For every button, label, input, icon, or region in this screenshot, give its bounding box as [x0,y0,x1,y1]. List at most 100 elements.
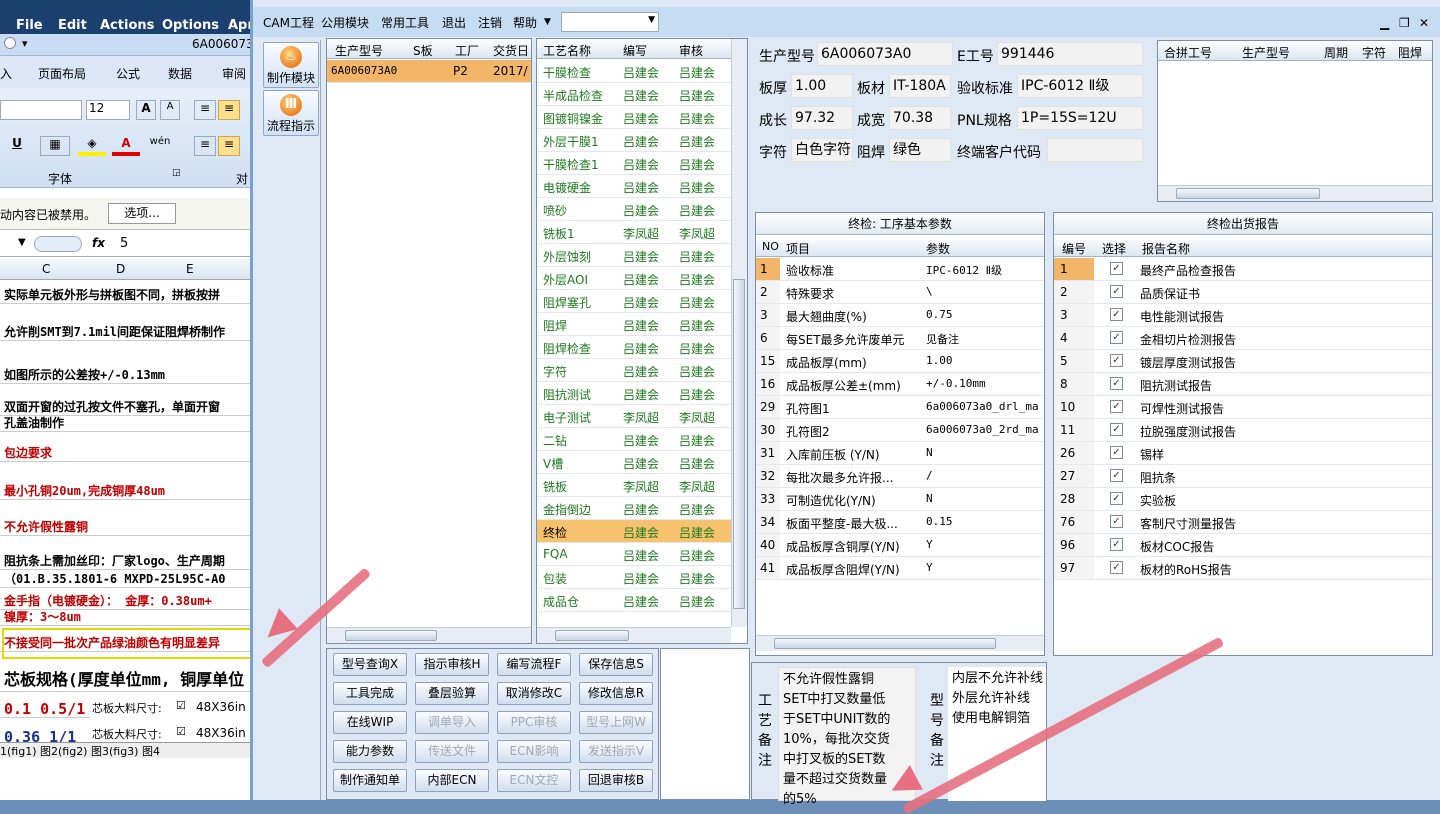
report-select-checkbox[interactable]: ✓ [1110,492,1123,505]
hdr-factory[interactable]: 工厂 [455,42,479,59]
report-row[interactable]: 5 ✓ 镀层厚度测试报告 [1054,350,1432,373]
action-button[interactable]: ECN文控 [497,769,571,792]
report-select-checkbox[interactable]: ✓ [1110,354,1123,367]
length-field[interactable]: 97.32 [791,106,853,130]
process-row[interactable]: 图镀铜镍金 吕建会 吕建会 [537,106,731,129]
process-row[interactable]: 外层AOI 吕建会 吕建会 [537,267,731,290]
param-row[interactable]: 6 每SET最多允许废单元 见备注 [756,327,1044,350]
merge-hscroll[interactable] [1158,185,1432,201]
model-hscroll[interactable] [327,627,531,643]
process-row[interactable]: V槽 吕建会 吕建会 [537,451,731,474]
sheet-cell[interactable]: （01.B.35.1801-6 MXPD-25L95C-A0 [0,570,260,588]
action-button[interactable]: 在线WIP [333,711,407,734]
font-color-icon[interactable]: A [112,136,140,156]
action-button[interactable]: PPC审核 [497,711,571,734]
combo-arrow-icon[interactable]: ▼ [648,15,655,25]
report-row[interactable]: 97 ✓ 板材的RoHS报告 [1054,557,1432,580]
action-button[interactable]: 制作通知单 [333,769,407,792]
param-row[interactable]: 16 成品板厚公差±(mm) +/-0.10mm [756,373,1044,396]
report-select-checkbox[interactable]: ✓ [1110,538,1123,551]
process-row[interactable]: 干膜检查 吕建会 吕建会 [537,60,731,83]
sheet-cell[interactable]: 不允许假性露铜 [0,518,260,536]
grow-font-icon[interactable]: A [136,100,156,120]
hdr-merge-mask[interactable]: 阻焊 [1398,44,1422,61]
action-button[interactable]: 发送指示V [579,740,653,763]
sheet-cell[interactable]: 孔盖油制作 [0,414,260,432]
mask-field[interactable]: 绿色 [889,138,951,162]
report-select-checkbox[interactable]: ✓ [1110,446,1123,459]
report-row[interactable]: 1 ✓ 最终产品检查报告 [1054,258,1432,281]
menu-options[interactable]: Options [162,18,219,33]
action-button[interactable]: 传送文件 [415,740,489,763]
process-row[interactable]: 干膜检查1 吕建会 吕建会 [537,152,731,175]
core-checkbox-2-icon[interactable]: ☑ [176,725,186,738]
process-row[interactable]: 字符 吕建会 吕建会 [537,359,731,382]
menu-cam-engineering[interactable]: CAM工程 [263,14,314,31]
hdr-s-board[interactable]: S板 [413,42,433,59]
hdr-item[interactable]: 项目 [786,240,810,257]
process-row[interactable]: 包装 吕建会 吕建会 [537,566,731,589]
report-select-checkbox[interactable]: ✓ [1110,400,1123,413]
process-row[interactable]: 电子测试 李凤超 李凤超 [537,405,731,428]
col-d[interactable]: D [116,262,125,276]
model-row[interactable]: 6A006073A0 P2 2017/ [327,60,531,83]
formula-zoom-slider[interactable] [34,236,82,252]
process-row[interactable]: 喷砂 吕建会 吕建会 [537,198,731,221]
border-icon[interactable]: ▦ [40,136,70,156]
hdr-reviewer[interactable]: 审核 [679,42,703,59]
merge-hscroll-thumb[interactable] [1176,188,1320,199]
options-button[interactable]: 选项... [108,203,176,224]
model-field[interactable]: 6A006073A0 [817,42,953,66]
hdr-report-name[interactable]: 报告名称 [1142,240,1190,257]
hdr-delivery[interactable]: 交货日 [493,42,529,59]
tab-insert[interactable]: 入 [0,65,12,82]
action-button[interactable]: 工具完成 [333,682,407,705]
office-orb-icon[interactable] [4,37,16,49]
report-select-checkbox[interactable]: ✓ [1110,308,1123,321]
params-hscroll-thumb[interactable] [774,638,996,649]
standard-field[interactable]: IPC-6012 Ⅱ级 [1017,74,1143,98]
sheet-cell[interactable]: 镍厚：3～8um [0,608,260,626]
eng-no-field[interactable]: 991446 [997,42,1143,66]
phonetic-icon[interactable]: wén [146,136,174,156]
process-row[interactable]: FQA 吕建会 吕建会 [537,543,731,566]
hdr-select[interactable]: 选择 [1102,240,1126,257]
param-row[interactable]: 34 板面平整度-最大极... 0.15 [756,511,1044,534]
minimize-icon[interactable]: ▁ [1380,16,1389,30]
tab-data[interactable]: 数据 [168,65,192,82]
customer-code-field[interactable] [1047,138,1143,162]
flow-guide-button[interactable]: Ⅲ 流程指示 [263,90,319,136]
report-row[interactable]: 10 ✓ 可焊性测试报告 [1054,396,1432,419]
param-row[interactable]: 32 每批次最多允许报... / [756,465,1044,488]
sheet-cell[interactable]: 阻抗条上需加丝印：厂家logo、生产周期 [0,552,260,570]
report-select-checkbox[interactable]: ✓ [1110,262,1123,275]
sheet-cell[interactable]: 最小孔铜20um,完成铜厚48um [0,482,260,500]
params-hscroll[interactable] [756,635,1044,651]
report-row[interactable]: 96 ✓ 板材COC报告 [1054,534,1432,557]
font-dialog-launcher-icon[interactable]: ◲ [172,168,181,178]
align-left-icon[interactable]: ≡ [194,136,216,156]
fill-color-icon[interactable]: ◈ [78,136,106,156]
underline-icon[interactable]: U [4,136,30,156]
process-hscroll-thumb[interactable] [555,630,629,641]
restore-icon[interactable]: ❐ [1399,16,1410,30]
action-button[interactable]: 能力参数 [333,740,407,763]
param-row[interactable]: 31 入库前压板 (Y/N) N [756,442,1044,465]
menu-edit[interactable]: Edit [58,18,87,33]
report-row[interactable]: 26 ✓ 锡样 [1054,442,1432,465]
hdr-param[interactable]: 参数 [926,240,950,257]
align-middle-icon[interactable]: ≡ [218,100,240,120]
report-select-checkbox[interactable]: ✓ [1110,377,1123,390]
menu-common-tools[interactable]: 常用工具 [381,14,429,31]
process-row[interactable]: 成品仓 吕建会 吕建会 [537,589,731,612]
tab-review[interactable]: 审阅 [222,65,246,82]
hdr-process-name[interactable]: 工艺名称 [543,42,591,59]
process-row[interactable]: 铣板1 李凤超 李凤超 [537,221,731,244]
process-row[interactable]: 半成品检查 吕建会 吕建会 [537,83,731,106]
hdr-report-no[interactable]: 编号 [1062,240,1086,257]
tab-formulas[interactable]: 公式 [116,65,140,82]
report-row[interactable]: 3 ✓ 电性能测试报告 [1054,304,1432,327]
process-row[interactable]: 阻焊检查 吕建会 吕建会 [537,336,731,359]
process-row[interactable]: 阻抗测试 吕建会 吕建会 [537,382,731,405]
report-select-checkbox[interactable]: ✓ [1110,561,1123,574]
